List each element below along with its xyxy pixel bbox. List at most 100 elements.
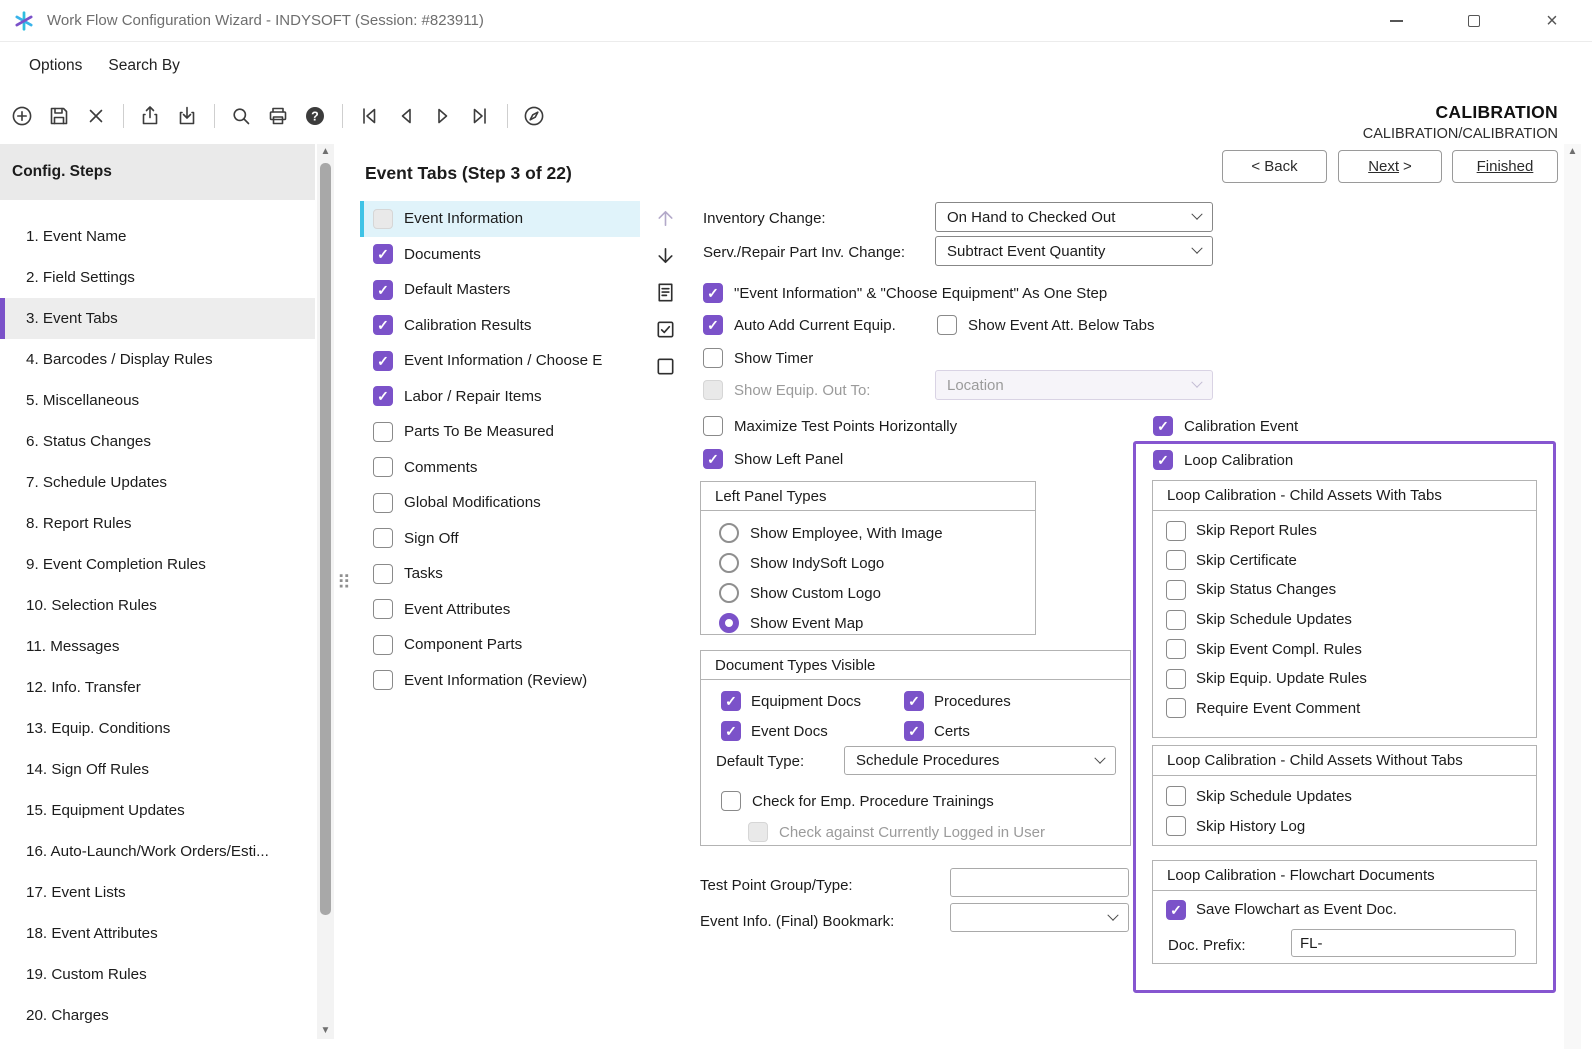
- splitter-handle-icon[interactable]: ⠿: [337, 574, 351, 593]
- minimize-button[interactable]: [1374, 3, 1418, 39]
- navigate-button[interactable]: [516, 98, 552, 134]
- event-tab-row[interactable]: Sign Off: [360, 521, 640, 557]
- sidebar-item[interactable]: 18. Event Attributes: [0, 913, 315, 954]
- maximize-button[interactable]: [1452, 3, 1496, 39]
- one-step-checkbox[interactable]: [703, 283, 723, 303]
- save-button[interactable]: [41, 98, 77, 134]
- emp-trainings-checkbox[interactable]: [721, 791, 741, 811]
- event-tab-row[interactable]: Tasks: [360, 556, 640, 592]
- sidebar-item[interactable]: 10. Selection Rules: [0, 585, 315, 626]
- sidebar-item[interactable]: 6. Status Changes: [0, 421, 315, 462]
- print-button[interactable]: [260, 98, 296, 134]
- loop-option[interactable]: Skip Event Compl. Rules: [1166, 634, 1536, 664]
- event-tab-checkbox[interactable]: [373, 315, 393, 335]
- sidebar-item[interactable]: 9. Event Completion Rules: [0, 544, 315, 585]
- sidebar-item[interactable]: 13. Equip. Conditions: [0, 708, 315, 749]
- event-tab-checkbox[interactable]: [373, 670, 393, 690]
- scroll-up-icon[interactable]: ▲: [321, 144, 331, 160]
- doc-type-checkbox[interactable]: [721, 721, 741, 741]
- event-tab-checkbox[interactable]: [373, 422, 393, 442]
- close-button[interactable]: ×: [1530, 3, 1574, 39]
- menu-item[interactable]: Options: [16, 57, 95, 75]
- loop-option[interactable]: Skip Report Rules: [1166, 516, 1536, 546]
- loop-option-checkbox[interactable]: [1166, 816, 1186, 836]
- event-tab-checkbox[interactable]: [373, 528, 393, 548]
- loop-option-checkbox[interactable]: [1166, 610, 1186, 630]
- default-type-select[interactable]: Schedule Procedures: [844, 746, 1116, 775]
- sidebar-item[interactable]: 3. Event Tabs: [0, 298, 315, 339]
- previous-record-button[interactable]: [388, 98, 424, 134]
- last-record-button[interactable]: [462, 98, 498, 134]
- event-tab-row[interactable]: Comments: [360, 450, 640, 486]
- bookmark-select[interactable]: [950, 903, 1129, 932]
- loop-option-checkbox[interactable]: [1166, 669, 1186, 689]
- uncheck-all-button[interactable]: [650, 351, 680, 381]
- loop-option-checkbox[interactable]: [1166, 580, 1186, 600]
- show-event-att-option[interactable]: Show Event Att. Below Tabs: [937, 312, 1155, 338]
- show-left-panel-checkbox[interactable]: [703, 449, 723, 469]
- loop-option[interactable]: Skip History Log: [1166, 811, 1536, 841]
- event-tab-row[interactable]: Documents: [360, 237, 640, 273]
- event-tab-row[interactable]: Global Modifications: [360, 485, 640, 521]
- event-tab-row[interactable]: Event Information / Choose E: [360, 343, 640, 379]
- sidebar-item[interactable]: 5. Miscellaneous: [0, 380, 315, 421]
- event-tab-row[interactable]: Event Attributes: [360, 592, 640, 628]
- doc-type-checkbox[interactable]: [904, 691, 924, 711]
- serv-repair-select[interactable]: Subtract Event Quantity: [935, 236, 1213, 266]
- event-tab-row[interactable]: Default Masters: [360, 272, 640, 308]
- event-tab-row[interactable]: Parts To Be Measured: [360, 414, 640, 450]
- loop-option-checkbox[interactable]: [1166, 900, 1186, 920]
- loop-calibration-checkbox[interactable]: [1153, 450, 1173, 470]
- loop-option-checkbox[interactable]: [1166, 521, 1186, 541]
- add-button[interactable]: [4, 98, 40, 134]
- loop-calibration-option[interactable]: Loop Calibration: [1153, 447, 1293, 473]
- left-panel-type-option[interactable]: Show Event Map: [719, 608, 1035, 638]
- maximize-test-points-option[interactable]: Maximize Test Points Horizontally: [703, 413, 957, 439]
- event-tab-checkbox[interactable]: [373, 209, 393, 229]
- check-all-button[interactable]: [650, 314, 680, 344]
- export-button[interactable]: [132, 98, 168, 134]
- radio-icon[interactable]: [719, 613, 739, 633]
- calibration-event-checkbox[interactable]: [1153, 416, 1173, 436]
- delete-button[interactable]: [78, 98, 114, 134]
- inventory-change-select[interactable]: On Hand to Checked Out: [935, 202, 1213, 232]
- scroll-up-icon[interactable]: ▲: [1568, 144, 1578, 160]
- event-tab-checkbox[interactable]: [373, 386, 393, 406]
- sidebar-item[interactable]: 4. Barcodes / Display Rules: [0, 339, 315, 380]
- test-point-input[interactable]: [950, 868, 1129, 897]
- event-tab-checkbox[interactable]: [373, 599, 393, 619]
- loop-option[interactable]: Save Flowchart as Event Doc.: [1166, 896, 1536, 923]
- sidebar-item[interactable]: 7. Schedule Updates: [0, 462, 315, 503]
- emp-trainings-option[interactable]: Check for Emp. Procedure Trainings: [721, 788, 994, 814]
- radio-icon[interactable]: [719, 523, 739, 543]
- tab-properties-button[interactable]: [650, 277, 680, 307]
- auto-add-checkbox[interactable]: [703, 315, 723, 335]
- event-tab-checkbox[interactable]: [373, 280, 393, 300]
- sidebar-item[interactable]: 16. Auto-Launch/Work Orders/Esti...: [0, 831, 315, 872]
- sidebar-item[interactable]: 12. Info. Transfer: [0, 667, 315, 708]
- radio-icon[interactable]: [719, 553, 739, 573]
- event-tab-checkbox[interactable]: [373, 635, 393, 655]
- next-record-button[interactable]: [425, 98, 461, 134]
- first-record-button[interactable]: [351, 98, 387, 134]
- loop-option-checkbox[interactable]: [1166, 639, 1186, 659]
- sidebar-item[interactable]: 17. Event Lists: [0, 872, 315, 913]
- doc-prefix-input[interactable]: [1291, 929, 1516, 957]
- event-tab-row[interactable]: Event Information (Review): [360, 663, 640, 699]
- loop-option[interactable]: Skip Schedule Updates: [1166, 781, 1536, 811]
- sidebar-scrollbar[interactable]: ▲ ▼: [317, 144, 334, 1039]
- event-tab-checkbox[interactable]: [373, 564, 393, 584]
- sidebar-item[interactable]: 19. Custom Rules: [0, 954, 315, 995]
- loop-option[interactable]: Require Event Comment: [1166, 694, 1536, 724]
- doc-type-option[interactable]: Equipment Docs: [721, 688, 904, 714]
- event-tab-row[interactable]: Event Information: [360, 201, 640, 237]
- sidebar-item[interactable]: 2. Field Settings: [0, 257, 315, 298]
- next-button[interactable]: Next>: [1338, 150, 1442, 183]
- move-down-button[interactable]: [650, 240, 680, 270]
- sidebar-item[interactable]: 1. Event Name: [0, 216, 315, 257]
- doc-type-option[interactable]: Procedures: [904, 688, 1130, 714]
- event-tab-row[interactable]: Component Parts: [360, 627, 640, 663]
- show-left-panel-option[interactable]: Show Left Panel: [703, 446, 843, 472]
- sidebar-scrollbar-thumb[interactable]: [320, 163, 331, 915]
- finished-button[interactable]: Finished: [1452, 150, 1558, 183]
